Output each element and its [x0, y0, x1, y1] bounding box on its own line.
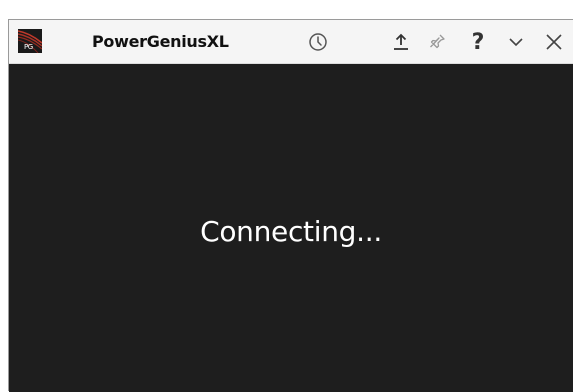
minimize-button[interactable] [505, 20, 527, 64]
app-title: PowerGeniusXL [92, 32, 229, 51]
chevron-down-icon [509, 38, 523, 47]
upload-icon [394, 33, 408, 50]
help-icon: ? [471, 29, 485, 55]
close-button[interactable] [542, 20, 566, 64]
app-logo: PG [18, 29, 42, 53]
history-button[interactable] [305, 20, 331, 64]
upload-button[interactable] [390, 20, 412, 64]
pin-button[interactable] [427, 20, 449, 64]
logo-text: PG [24, 43, 33, 51]
clock-icon [309, 33, 327, 51]
connection-status: Connecting... [200, 215, 382, 248]
app-window: PG PowerGeniusXL ? Connecting... [8, 19, 573, 392]
title-bar: PG PowerGeniusXL ? [9, 20, 573, 64]
help-button[interactable]: ? [467, 20, 489, 64]
main-content: Connecting... [9, 64, 573, 392]
pin-icon [430, 34, 445, 49]
close-icon [546, 34, 562, 50]
